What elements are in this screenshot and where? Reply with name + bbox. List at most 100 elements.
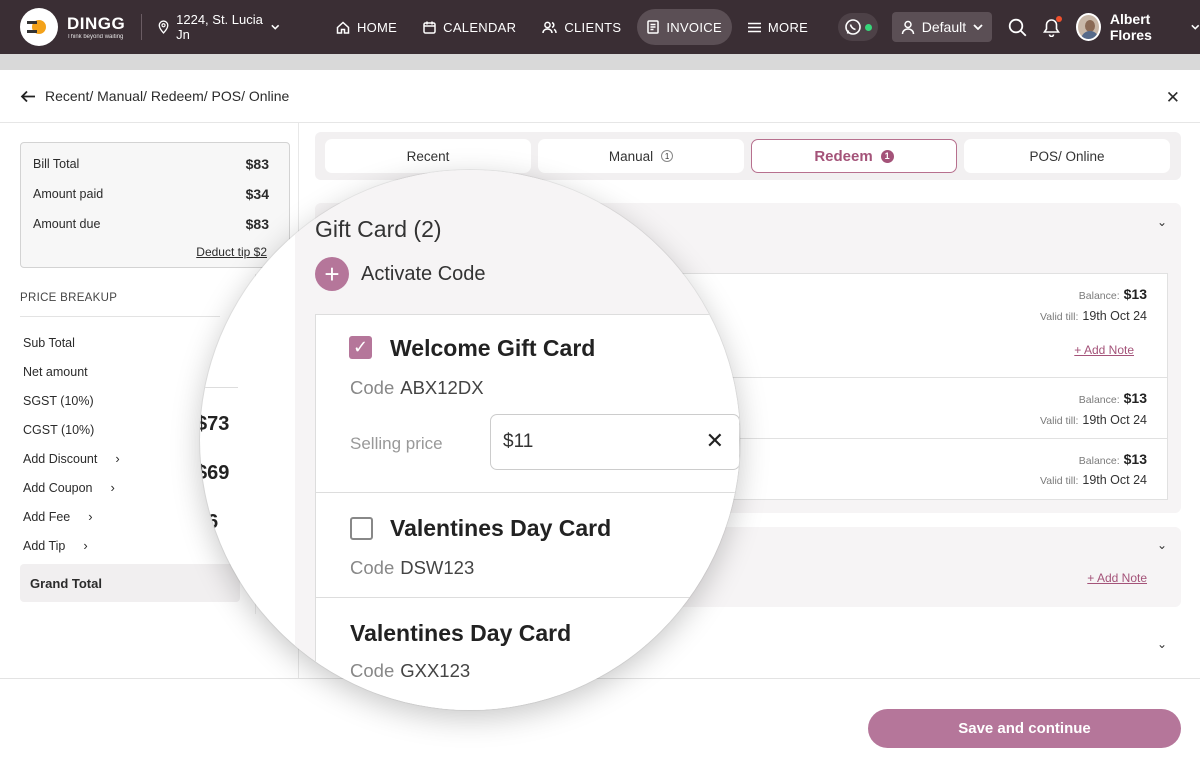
valid-value: 19th Oct 24 xyxy=(1082,309,1147,323)
main-nav: HOME CALENDAR CLIENTS INVOICE MORE xyxy=(326,9,818,45)
user-menu[interactable]: Albert Flores xyxy=(1110,11,1200,43)
grand-total: Grand Total xyxy=(20,564,240,602)
chevron-down-icon xyxy=(973,24,983,30)
code-label: Code xyxy=(350,377,395,398)
partial-value: $73 xyxy=(200,413,230,435)
item-label: Net amount xyxy=(23,364,88,379)
price-breakup-item: CGST (10%) xyxy=(23,415,120,444)
add-tip-row[interactable]: Add Tip › xyxy=(23,531,120,560)
tab-label: Manual xyxy=(608,148,654,164)
valid-label: Valid till: xyxy=(1040,475,1079,487)
search-icon xyxy=(1008,18,1027,36)
user-name: Albert Flores xyxy=(1109,11,1152,43)
brand-logo[interactable]: DINGG Think beyond waiting xyxy=(20,8,125,46)
count-badge: 1 xyxy=(661,150,674,162)
gift-card-options: ✓ Welcome Gift Card Code ABX12DX Selling … xyxy=(315,314,740,710)
save-and-continue-button[interactable]: Save and continue xyxy=(868,709,1181,748)
divider xyxy=(141,14,143,40)
brand-tagline: Think beyond waiting xyxy=(67,33,124,40)
tab-label: Redeem xyxy=(814,147,873,165)
whatsapp-icon xyxy=(845,19,861,35)
valid-till-text: Valid till: 19th Oct 24 xyxy=(1040,473,1147,487)
profile-selector[interactable]: Default xyxy=(891,12,993,42)
balance-label: Balance: xyxy=(1078,455,1120,467)
notifications-button[interactable] xyxy=(1043,15,1063,37)
checkbox-checked[interactable]: ✓ xyxy=(349,336,372,359)
user-icon xyxy=(901,20,915,34)
valid-value: 19th Oct 24 xyxy=(1082,473,1147,487)
search-button[interactable] xyxy=(1008,18,1027,37)
chevron-down-icon[interactable]: ⌄ xyxy=(1157,637,1167,651)
add-fee-row[interactable]: Add Fee › xyxy=(23,502,120,531)
valid-label: Valid till: xyxy=(1040,311,1079,323)
location-selector[interactable]: 1224, St. Lucia Jn xyxy=(158,12,280,42)
valid-label: Valid till: xyxy=(1040,415,1079,427)
divider xyxy=(316,492,740,493)
summary-row: Bill Total $83 xyxy=(33,149,277,179)
card-code: Code GXX123 xyxy=(350,660,470,682)
nav-invoice[interactable]: INVOICE xyxy=(637,9,732,45)
chevron-right-icon: › xyxy=(110,480,115,495)
summary-row: Amount paid $34 xyxy=(33,179,277,209)
code-value: DSW123 xyxy=(400,557,475,578)
card-name: Valentines Day Card xyxy=(350,620,572,646)
calendar-icon xyxy=(423,21,436,34)
brand-name: DINGG xyxy=(67,13,126,33)
item-label: Sub Total xyxy=(23,335,75,350)
item-label: Add Tip xyxy=(23,538,66,553)
panel-header: Recent/ Manual/ Redeem/ POS/ Online xyxy=(0,70,1200,123)
summary-value: $83 xyxy=(245,216,269,232)
tab-recent[interactable]: Recent xyxy=(325,139,531,173)
code-value: GXX123 xyxy=(400,660,471,681)
add-discount-row[interactable]: Add Discount › xyxy=(23,444,120,473)
location-label: 1224, St. Lucia Jn xyxy=(176,12,263,42)
valid-till-text: Valid till: 19th Oct 24 xyxy=(1040,413,1147,427)
nav-clients[interactable]: CLIENTS xyxy=(532,9,631,45)
tab-label: POS/ Online xyxy=(1029,148,1105,164)
clear-icon[interactable]: ✕ xyxy=(706,428,724,454)
balance-text: Balance: $13 xyxy=(1079,286,1147,302)
card-name: Welcome Gift Card xyxy=(390,335,596,361)
balance-label: Balance: xyxy=(1078,394,1120,406)
count-badge: 1 xyxy=(880,149,894,163)
card-name: Valentines Day Card xyxy=(390,515,612,541)
dingg-logo-icon xyxy=(20,8,58,46)
chevron-down-icon xyxy=(271,24,280,30)
deduct-tip-link[interactable]: Deduct tip $2 xyxy=(196,245,267,259)
nav-calendar[interactable]: CALENDAR xyxy=(413,9,526,45)
card-code: Code ABX12DX xyxy=(350,377,484,399)
menu-icon xyxy=(747,22,761,32)
tab-manual[interactable]: Manual 1 xyxy=(538,139,744,173)
nav-home[interactable]: HOME xyxy=(326,9,407,45)
summary-value: $83 xyxy=(245,156,269,172)
add-coupon-row[interactable]: Add Coupon › xyxy=(23,473,120,502)
add-note-link[interactable]: + Add Note xyxy=(1087,571,1147,585)
close-icon[interactable]: ✕ xyxy=(1166,88,1180,108)
chevron-down-icon[interactable]: ⌄ xyxy=(1157,538,1167,552)
selling-price-input[interactable]: $11 ✕ xyxy=(490,414,740,470)
divider xyxy=(200,387,238,388)
item-label: Add Fee xyxy=(23,509,71,524)
back-arrow-icon[interactable] xyxy=(20,90,36,103)
whatsapp-toggle[interactable] xyxy=(838,13,878,41)
avatar[interactable] xyxy=(1076,13,1101,41)
balance-value: $13 xyxy=(1123,286,1147,302)
home-icon xyxy=(336,20,350,34)
valid-till-text: Valid till: 19th Oct 24 xyxy=(1040,309,1147,323)
profile-selector-label: Default xyxy=(921,19,967,35)
nav-more[interactable]: MORE xyxy=(738,9,818,45)
price-breakup-item: Net amount xyxy=(23,357,120,386)
code-value: ABX12DX xyxy=(400,377,484,398)
price-breakup-item: SGST (10%) xyxy=(23,386,120,415)
price-breakup-list: Sub Total Net amount SGST (10%) CGST (10… xyxy=(23,328,120,560)
tab-pos-online[interactable]: POS/ Online xyxy=(964,139,1170,173)
activate-code-button[interactable]: + Activate Code xyxy=(315,257,486,291)
add-note-link[interactable]: + Add Note xyxy=(1074,343,1134,357)
chevron-down-icon xyxy=(1191,24,1200,30)
chevron-down-icon[interactable]: ⌄ xyxy=(1157,215,1167,229)
magnifier-lens: $73 $69 $6 Gift Card (2) + Activate Code… xyxy=(200,170,740,710)
valid-value: 19th Oct 24 xyxy=(1082,413,1147,427)
checkbox-unchecked[interactable] xyxy=(350,517,373,540)
selling-price-label: Selling price xyxy=(350,434,443,453)
tab-redeem[interactable]: Redeem 1 xyxy=(751,139,957,173)
